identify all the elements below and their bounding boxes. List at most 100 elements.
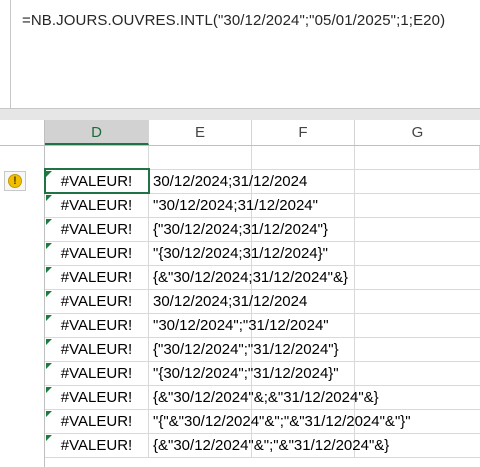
table-row: #VALEUR! "{30/12/2024";"31/12/2024}" xyxy=(45,362,480,386)
error-indicator-triangle-icon xyxy=(46,219,52,225)
cell-e-holiday-text[interactable]: {&"30/12/2024;31/12/2024"&} xyxy=(149,266,348,290)
cell-e-text: "{30/12/2024;31/12/2024}" xyxy=(153,245,328,262)
error-indicator-triangle-icon xyxy=(46,315,52,321)
formula-text[interactable]: =NB.JOURS.OUVRES.INTL("30/12/2024";"05/0… xyxy=(22,12,445,29)
table-row: #VALEUR! "30/12/2024";"31/12/2024" xyxy=(45,314,480,338)
cell-g[interactable] xyxy=(355,314,480,338)
cell-d-text: #VALEUR! xyxy=(60,293,133,310)
cell-f-empty[interactable] xyxy=(252,146,355,170)
cell-g[interactable] xyxy=(355,218,480,242)
error-indicator-triangle-icon xyxy=(46,267,52,273)
cell-d-text: #VALEUR! xyxy=(60,317,133,334)
cell-e-text: 30/12/2024;31/12/2024 xyxy=(153,173,308,190)
cell-e-text: 30/12/2024;31/12/2024 xyxy=(153,293,308,310)
cell-e-text: {&"30/12/2024"&;&"31/12/2024"&} xyxy=(153,389,379,406)
cell-d-error-value[interactable]: #VALEUR! xyxy=(45,434,149,458)
cell-d-error-value[interactable]: #VALEUR! xyxy=(45,410,149,434)
table-row: #VALEUR! "30/12/2024;31/12/2024" xyxy=(45,194,480,218)
cell-d-text: #VALEUR! xyxy=(60,269,133,286)
cell-e-holiday-text[interactable]: {&"30/12/2024"&;&"31/12/2024"&} xyxy=(149,386,379,410)
cell-d-error-value[interactable]: #VALEUR! xyxy=(45,338,149,362)
column-header-d[interactable]: D xyxy=(45,120,149,145)
cell-d-error-value[interactable]: #VALEUR! xyxy=(45,362,149,386)
cell-g[interactable] xyxy=(355,242,480,266)
error-indicator-triangle-icon xyxy=(46,291,52,297)
cell-d-empty[interactable] xyxy=(45,146,149,170)
cell-e-holiday-text[interactable]: "{30/12/2024";"31/12/2024}" xyxy=(149,362,339,386)
error-indicator-triangle-icon xyxy=(46,435,52,441)
cell-d-text: #VALEUR! xyxy=(60,221,133,238)
cell-e-text: {"30/12/2024;31/12/2024"} xyxy=(153,221,328,238)
table-row: #VALEUR! {&"30/12/2024;31/12/2024"&} xyxy=(45,266,480,290)
table-row: #VALEUR! {"30/12/2024";"31/12/2024"} xyxy=(45,338,480,362)
cell-e-text: "{30/12/2024";"31/12/2024}" xyxy=(153,365,339,382)
cell-e-empty[interactable] xyxy=(149,146,252,170)
cell-e-text: "30/12/2024;31/12/2024" xyxy=(153,197,318,214)
row-header-gutter xyxy=(0,146,45,467)
cell-d-text: #VALEUR! xyxy=(60,365,133,382)
formula-bar-divider xyxy=(10,0,11,108)
cell-d-error-value[interactable]: #VALEUR! xyxy=(45,290,149,314)
cell-e-holiday-text[interactable]: {"30/12/2024";"31/12/2024"} xyxy=(149,338,339,362)
column-header-e[interactable]: E xyxy=(149,120,252,145)
cell-d-error-value[interactable]: #VALEUR! xyxy=(45,386,149,410)
cell-e-text: "30/12/2024";"31/12/2024" xyxy=(153,317,329,334)
cell-d-error-value[interactable]: #VALEUR! xyxy=(45,218,149,242)
formula-bar-gap xyxy=(0,109,480,120)
cell-g[interactable] xyxy=(355,194,480,218)
cell-e-holiday-text[interactable]: {"30/12/2024;31/12/2024"} xyxy=(149,218,328,242)
cell-e-holiday-text[interactable]: 30/12/2024;31/12/2024 xyxy=(149,170,307,194)
cell-e-holiday-text[interactable]: "{30/12/2024;31/12/2024}" xyxy=(149,242,328,266)
cell-e-holiday-text[interactable]: 30/12/2024;31/12/2024 xyxy=(149,290,307,314)
table-row xyxy=(45,146,480,170)
cell-e-holiday-text[interactable]: "30/12/2024;31/12/2024" xyxy=(149,194,318,218)
cell-d-error-value[interactable]: #VALEUR! xyxy=(45,242,149,266)
cell-d-text: #VALEUR! xyxy=(60,413,133,430)
cell-e-text: {&"30/12/2024;31/12/2024"&} xyxy=(153,269,348,286)
table-row: #VALEUR! {"30/12/2024;31/12/2024"} xyxy=(45,218,480,242)
table-row: #VALEUR! 30/12/2024;31/12/2024 xyxy=(45,290,480,314)
cell-d-text: #VALEUR! xyxy=(60,437,133,454)
table-row: #VALEUR! "{30/12/2024;31/12/2024}" xyxy=(45,242,480,266)
warning-exclamation-icon: ! xyxy=(8,174,22,188)
table-row: #VALEUR! {&"30/12/2024"&";"&"31/12/2024"&… xyxy=(45,434,480,458)
table-row: #VALEUR! "{"&"30/12/2024"&";"&"31/12/2024… xyxy=(45,410,480,434)
formula-bar[interactable]: =NB.JOURS.OUVRES.INTL("30/12/2024";"05/0… xyxy=(0,0,480,108)
column-header-f[interactable]: F xyxy=(252,120,355,145)
cell-g-empty[interactable] xyxy=(355,146,480,170)
error-indicator-triangle-icon xyxy=(46,363,52,369)
cell-e-holiday-text[interactable]: "{"&"30/12/2024"&";"&"31/12/2024"&"}" xyxy=(149,410,411,434)
cell-d-error-value[interactable]: #VALEUR! xyxy=(45,194,149,218)
cell-e-text: {"30/12/2024";"31/12/2024"} xyxy=(153,341,339,358)
cell-g[interactable] xyxy=(355,266,480,290)
cell-g[interactable] xyxy=(355,170,480,194)
cell-d-text: #VALEUR! xyxy=(60,173,133,190)
error-indicator-triangle-icon xyxy=(46,339,52,345)
table-row: #VALEUR! 30/12/2024;31/12/2024 xyxy=(45,170,480,194)
table-row: #VALEUR! {&"30/12/2024"&;&"31/12/2024"&} xyxy=(45,386,480,410)
select-all-corner[interactable] xyxy=(0,120,45,145)
cell-d-error-value[interactable]: #VALEUR! xyxy=(45,266,149,290)
error-indicator-triangle-icon xyxy=(46,411,52,417)
error-indicator-triangle-icon xyxy=(46,171,52,177)
cell-d-text: #VALEUR! xyxy=(60,341,133,358)
cell-d-error-value[interactable]: #VALEUR! xyxy=(45,170,149,194)
column-header-g[interactable]: G xyxy=(355,120,480,145)
cell-e-text: "{"&"30/12/2024"&";"&"31/12/2024"&"}" xyxy=(153,413,411,430)
cell-d-text: #VALEUR! xyxy=(60,389,133,406)
spreadsheet-grid: ! #VALEUR! 30/12/2024;31/12/2024 #VALEUR! "… xyxy=(0,146,480,467)
cell-d-error-value[interactable]: #VALEUR! xyxy=(45,314,149,338)
cell-e-holiday-text[interactable]: "30/12/2024";"31/12/2024" xyxy=(149,314,329,338)
cell-e-text: {&"30/12/2024"&";"&"31/12/2024"&} xyxy=(153,437,390,454)
error-warning-button[interactable]: ! xyxy=(4,171,26,191)
error-indicator-triangle-icon xyxy=(46,195,52,201)
cell-g[interactable] xyxy=(355,338,480,362)
cell-e-holiday-text[interactable]: {&"30/12/2024"&";"&"31/12/2024"&} xyxy=(149,434,389,458)
error-indicator-triangle-icon xyxy=(46,387,52,393)
cell-g[interactable] xyxy=(355,290,480,314)
cell-d-text: #VALEUR! xyxy=(60,197,133,214)
cell-g[interactable] xyxy=(355,362,480,386)
column-header-row: D E F G xyxy=(0,120,480,146)
error-indicator-triangle-icon xyxy=(46,243,52,249)
cell-d-text: #VALEUR! xyxy=(60,245,133,262)
